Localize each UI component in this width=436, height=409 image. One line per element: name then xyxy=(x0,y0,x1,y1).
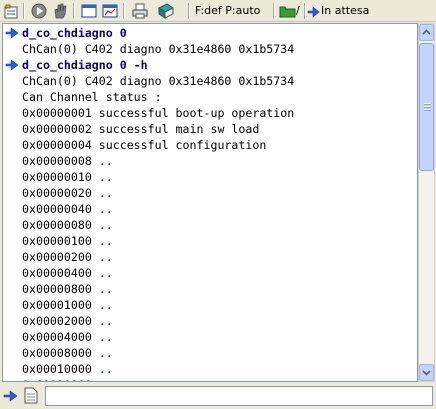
console-output-line: 0x00000080 .. xyxy=(22,218,113,232)
scroll-up-button[interactable] xyxy=(419,24,434,41)
window-button[interactable] xyxy=(80,2,98,20)
console-output-line: 0x00000800 .. xyxy=(22,282,113,296)
command-arrow-icon xyxy=(5,59,19,71)
console-output[interactable]: d_co_chdiagno 0 ChCan(0) C402 diagno 0x31… xyxy=(2,23,418,382)
chart-window-button[interactable] xyxy=(101,2,119,20)
command-bar xyxy=(0,383,436,409)
book-button[interactable] xyxy=(157,2,175,20)
console-output-line: 0x00002000 .. xyxy=(22,314,113,328)
console-output-line: 0x00008000 .. xyxy=(22,346,113,360)
console-output-line: 0x00004000 .. xyxy=(22,330,113,344)
chevron-up-icon xyxy=(422,29,431,35)
console-output-line: Can Channel status : xyxy=(22,90,162,104)
toolbar: F:def P:auto / In attesa xyxy=(0,0,436,22)
vertical-scrollbar[interactable] xyxy=(418,23,435,382)
console-output-line: 0x00001000 .. xyxy=(22,298,113,312)
console-output-line: 0x00000008 .. xyxy=(22,154,113,168)
window-icon xyxy=(81,4,97,18)
print-button[interactable] xyxy=(131,2,149,20)
book-icon xyxy=(158,3,174,19)
console-output-line: ChCan(0) C402 diagno 0x31e4860 0x1b5734 xyxy=(22,74,295,88)
execute-button[interactable] xyxy=(3,388,19,407)
properties-icon xyxy=(4,4,18,19)
console-output-line: 0x00020000 xyxy=(22,377,92,381)
document-icon xyxy=(24,387,38,404)
script-button[interactable] xyxy=(23,387,39,408)
console-output-line: ChCan(0) C402 diagno 0x31e4860 0x1b5734 xyxy=(22,42,295,56)
status-arrow-icon xyxy=(307,6,320,18)
execute-arrow-icon xyxy=(3,390,18,402)
pause-hand-icon xyxy=(54,3,67,19)
console-command-line: d_co_chdiagno 0 -h xyxy=(22,58,148,72)
chart-window-icon xyxy=(102,4,118,18)
print-icon xyxy=(132,3,148,19)
properties-button[interactable] xyxy=(2,2,20,20)
format-indicator[interactable]: F:def P:auto xyxy=(195,3,260,19)
console-output-line: 0x00000040 .. xyxy=(22,202,113,216)
scroll-thumb[interactable] xyxy=(419,43,434,171)
console-output-line: 0x00000010 .. xyxy=(22,170,113,184)
stop-icon xyxy=(31,3,47,19)
console-command-line: d_co_chdiagno 0 xyxy=(22,26,127,40)
scroll-down-button[interactable] xyxy=(419,364,434,381)
console-output-line: 0x00000400 .. xyxy=(22,266,113,280)
folder-icon xyxy=(279,6,296,18)
console-output-line: 0x00000004 successful configuration xyxy=(22,138,267,152)
status-label: In attesa xyxy=(321,4,370,17)
folder-button[interactable] xyxy=(279,2,297,20)
console-output-line: 0x00000001 successful boot-up operation xyxy=(22,106,295,120)
pause-button[interactable] xyxy=(51,2,69,20)
folder-path-label: / xyxy=(296,4,300,17)
chevron-down-icon xyxy=(422,370,431,376)
console-output-line: 0x00000100 .. xyxy=(22,234,113,248)
command-input[interactable] xyxy=(45,386,433,406)
command-arrow-icon xyxy=(5,27,19,39)
console-output-line: 0x00000002 successful main sw load xyxy=(22,122,260,136)
stop-button[interactable] xyxy=(30,2,48,20)
console-output-line: 0x00000020 .. xyxy=(22,186,113,200)
console-output-line: 0x00000200 .. xyxy=(22,250,113,264)
console-output-line: 0x00010000 .. xyxy=(22,362,113,376)
